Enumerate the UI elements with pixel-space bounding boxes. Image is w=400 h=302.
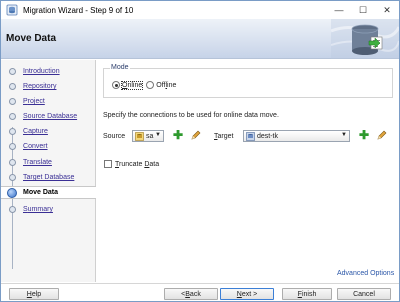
chevron-down-icon: ▼ — [341, 132, 347, 138]
sql-developer-icon — [6, 4, 18, 16]
target-connection-select[interactable]: dest-tk ▼ — [243, 130, 350, 142]
step-node-icon — [9, 68, 16, 75]
step-label: Convert — [23, 143, 48, 150]
truncate-data-option[interactable]: Truncate Data — [104, 160, 159, 168]
step-label: Translate — [23, 159, 52, 166]
close-button[interactable]: ✕ — [375, 1, 399, 19]
step-label: Project — [23, 98, 45, 105]
add-source-connection-icon[interactable]: ✚ — [173, 129, 183, 141]
finish-button[interactable]: Finish — [282, 288, 332, 300]
add-target-connection-icon[interactable]: ✚ — [359, 129, 369, 141]
step-label: Introduction — [23, 68, 60, 75]
step-node-icon — [9, 159, 16, 166]
move-data-panel: Mode Online Offline Specify the connecti… — [97, 60, 399, 282]
truncate-data-checkbox[interactable] — [104, 160, 112, 168]
cancel-button[interactable]: Cancel — [337, 288, 391, 300]
step-introduction[interactable]: Introduction — [1, 65, 96, 78]
step-translate[interactable]: Translate — [1, 156, 96, 169]
next-button[interactable]: Next > — [220, 288, 274, 300]
step-node-icon — [9, 174, 16, 181]
connections-instruction: Specify the connections to be used for o… — [103, 112, 279, 119]
target-connection-value: dest-tk — [257, 132, 279, 140]
source-connection-select[interactable]: sa ▼ — [132, 130, 164, 142]
step-convert[interactable]: Convert — [1, 140, 96, 153]
offline-radio-label: Offline — [156, 81, 177, 89]
online-radio[interactable] — [112, 81, 120, 89]
database-migration-icon — [331, 19, 399, 59]
database-connection-icon — [246, 131, 255, 141]
step-capture[interactable]: Capture — [1, 125, 96, 138]
step-project[interactable]: Project — [1, 95, 96, 108]
step-source-database[interactable]: Source Database — [1, 110, 96, 123]
back-button[interactable]: < Back — [164, 288, 218, 300]
migration-wizard-window: Migration Wizard - Step 9 of 10 — ☐ ✕ Mo… — [0, 0, 400, 302]
help-button[interactable]: Help — [9, 288, 59, 300]
step-summary[interactable]: Summary — [1, 203, 96, 216]
step-label: Move Data — [23, 189, 59, 196]
step-label: Target Database — [23, 174, 75, 181]
mode-options: Online Offline — [112, 80, 180, 90]
step-node-icon — [9, 143, 16, 150]
advanced-options-link[interactable]: Advanced Options — [337, 270, 394, 277]
step-node-icon — [9, 83, 16, 90]
step-label: Repository — [23, 83, 57, 90]
step-move-data[interactable]: Move Data — [1, 186, 96, 199]
source-connection-value: sa — [146, 132, 154, 140]
wizard-header: Move Data — [1, 19, 399, 59]
offline-radio-option[interactable]: Offline — [146, 81, 176, 89]
wizard-steps-sidebar: Introduction Repository Project Source D… — [1, 60, 96, 282]
mode-group: Mode Online Offline — [103, 64, 393, 98]
step-node-icon — [9, 128, 16, 135]
database-connection-icon — [135, 131, 144, 141]
step-label: Summary — [23, 206, 53, 213]
offline-radio[interactable] — [146, 81, 155, 89]
step-node-icon — [9, 98, 16, 105]
step-node-icon — [9, 206, 16, 213]
current-step-icon — [7, 188, 17, 198]
minimize-button[interactable]: — — [327, 1, 351, 19]
title-bar: Migration Wizard - Step 9 of 10 — ☐ ✕ — [1, 1, 399, 19]
mode-legend: Mode — [110, 64, 130, 71]
online-radio-option[interactable]: Online — [112, 80, 144, 90]
truncate-data-label: Truncate Data — [115, 160, 160, 168]
step-repository[interactable]: Repository — [1, 80, 96, 93]
step-label: Capture — [23, 128, 48, 135]
step-node-icon — [9, 113, 16, 120]
page-title: Move Data — [6, 33, 57, 44]
maximize-button[interactable]: ☐ — [351, 1, 375, 19]
target-label: Target — [214, 133, 234, 140]
edit-source-connection-icon[interactable] — [191, 130, 201, 140]
source-label: Source — [103, 133, 126, 140]
wizard-footer: Help < Back Next > Finish Cancel — [1, 283, 399, 301]
step-target-database[interactable]: Target Database — [1, 171, 96, 184]
window-title: Migration Wizard - Step 9 of 10 — [23, 5, 134, 15]
chevron-down-icon: ▼ — [155, 132, 161, 138]
edit-target-connection-icon[interactable] — [377, 130, 387, 140]
step-label: Source Database — [23, 113, 78, 120]
online-radio-label: Online — [120, 80, 144, 90]
